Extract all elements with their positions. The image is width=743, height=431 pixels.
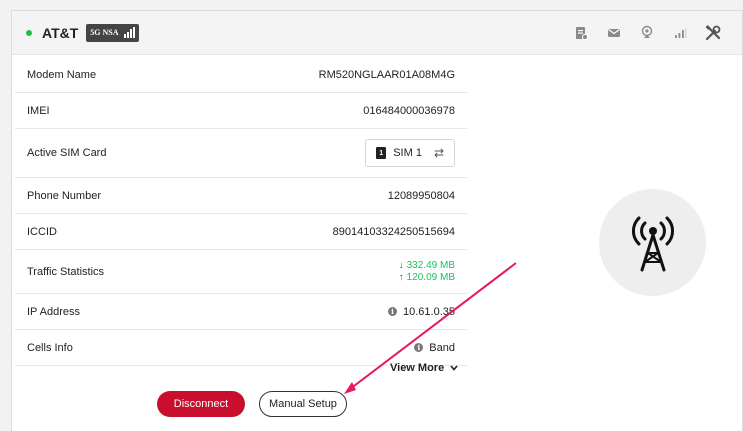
swap-icon: ⇄ (433, 146, 444, 160)
traffic-statistics-label: Traffic Statistics (27, 265, 105, 278)
row-cells-info: Cells Info i Band (15, 330, 467, 366)
signal-icon[interactable] (665, 18, 695, 48)
card-header: AT&T 5G NSA (12, 11, 742, 55)
row-iccid: ICCID 89014103324250515694 (15, 214, 467, 250)
modem-name-value: RM520NGLAAR01A08M4G (318, 68, 455, 81)
imei-label: IMEI (27, 104, 50, 117)
ip-address-value-wrap: i 10.61.0.35 (388, 306, 455, 318)
row-phone-number: Phone Number 12089950804 (15, 178, 467, 214)
cell-tower-icon (631, 216, 674, 271)
disconnect-button[interactable]: Disconnect (157, 391, 245, 417)
header-toolbar (563, 11, 728, 55)
view-more-link[interactable]: View More (390, 362, 458, 374)
cells-info-value: Band (429, 341, 455, 354)
sim-card-icon: 1 (376, 147, 387, 159)
download-arrow-icon: ↓ (398, 259, 404, 271)
view-more-label: View More (390, 362, 445, 374)
upload-arrow-icon: ↑ (398, 271, 404, 283)
signal-bars-icon (123, 27, 135, 38)
row-ip-address: IP Address i 10.61.0.35 (15, 294, 467, 330)
traffic-values: ↓ 332.49 MB ↑ 120.09 MB (399, 260, 455, 284)
row-imei: IMEI 016484000036978 (15, 93, 467, 129)
modem-name-label: Modem Name (27, 68, 97, 81)
cells-info-label: Cells Info (27, 341, 73, 354)
sim-switch-button[interactable]: 1 SIM 1 ⇄ (365, 139, 455, 167)
active-sim-label: Active SIM Card (27, 147, 107, 159)
network-badge: 5G NSA (86, 23, 139, 42)
row-traffic-statistics: Traffic Statistics ↓ 332.49 MB ↑ 120.09 MB (15, 250, 467, 294)
phone-number-value: 12089950804 (387, 189, 455, 202)
upload-value: 120.09 MB (406, 271, 455, 283)
phone-number-label: Phone Number (27, 189, 101, 202)
ip-address-value: 10.61.0.35 (403, 305, 455, 318)
imei-value: 016484000036978 (363, 104, 455, 117)
active-sim-value: SIM 1 (393, 147, 422, 159)
info-icon[interactable]: i (414, 343, 424, 353)
row-modem-name: Modem Name RM520NGLAAR01A08M4G (15, 57, 467, 93)
manual-setup-button[interactable]: Manual Setup (259, 391, 347, 417)
tools-icon[interactable] (698, 18, 728, 48)
network-type-label: 5G NSA (90, 28, 119, 37)
download-value: 332.49 MB (406, 259, 455, 271)
location-pin-icon[interactable] (632, 18, 662, 48)
iccid-value: 89014103324250515694 (332, 225, 455, 238)
iccid-label: ICCID (27, 225, 57, 238)
info-table: Modem Name RM520NGLAAR01A08M4G IMEI 0164… (15, 57, 467, 366)
sim-settings-icon[interactable] (566, 18, 596, 48)
info-icon[interactable]: i (388, 307, 397, 317)
carrier-name: AT&T (42, 24, 79, 41)
chevron-down-icon (450, 363, 458, 374)
row-active-sim: Active SIM Card 1 SIM 1 ⇄ (15, 129, 467, 178)
cells-info-value-wrap: i Band (414, 342, 455, 354)
ip-address-label: IP Address (27, 305, 80, 318)
connection-status-dot (26, 29, 32, 36)
message-icon[interactable] (599, 18, 629, 48)
cell-tower-illustration (599, 189, 706, 296)
